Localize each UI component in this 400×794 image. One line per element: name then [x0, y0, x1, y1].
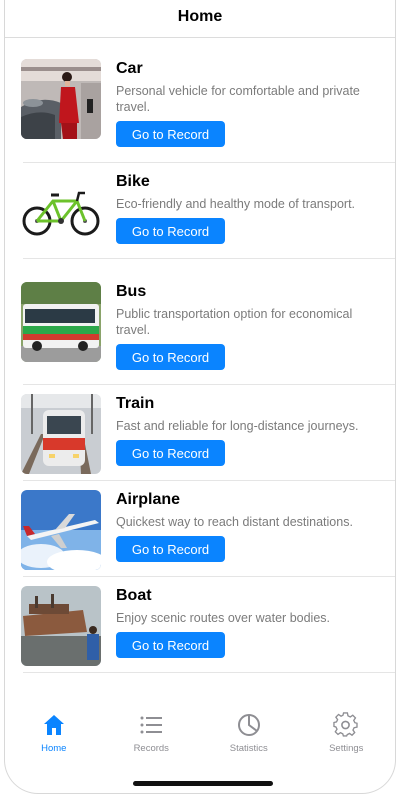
go-to-record-button-bike[interactable]: Go to Record	[116, 218, 225, 244]
list-item-boat: Boat Enjoy scenic routes over water bodi…	[5, 577, 395, 673]
tab-label: Records	[133, 743, 169, 754]
go-to-record-button-car[interactable]: Go to Record	[116, 121, 225, 147]
tab-label: Settings	[329, 743, 364, 754]
bike-thumbnail	[21, 171, 101, 251]
nav-header: Home	[5, 0, 395, 38]
boat-photo-image	[21, 586, 101, 666]
list-item-bus: Bus Public transportation option for eco…	[5, 259, 395, 385]
car-photo-image	[21, 59, 101, 139]
go-to-record-button-boat[interactable]: Go to Record	[116, 632, 225, 658]
home-indicator	[133, 781, 273, 786]
tab-statistics[interactable]: Statistics	[209, 712, 289, 754]
row-divider	[23, 672, 395, 673]
item-title: Car	[116, 60, 143, 77]
item-description: Eco-friendly and healthy mode of transpo…	[116, 197, 356, 211]
airplane-thumbnail	[21, 490, 101, 570]
bus-photo-image	[21, 282, 101, 362]
tab-bar: Home Records Statistics Settings	[5, 712, 395, 772]
item-title: Boat	[116, 587, 152, 604]
item-title: Bike	[116, 173, 150, 190]
item-description: Fast and reliable for long-distance jour…	[116, 419, 359, 433]
list-item-train: Train Fast and reliable for long-distanc…	[5, 385, 395, 481]
list-item-bike: Bike Eco-friendly and healthy mode of tr…	[5, 163, 395, 259]
list-icon	[140, 716, 163, 734]
train-photo-image	[21, 394, 101, 474]
tab-label: Home	[41, 743, 67, 754]
go-to-record-button-airplane[interactable]: Go to Record	[116, 536, 225, 562]
page-title: Home	[177, 7, 223, 25]
tab-records[interactable]: Records	[111, 712, 191, 754]
train-thumbnail	[21, 394, 101, 474]
tab-home[interactable]: Home	[14, 712, 94, 754]
item-description: Personal vehicle for comfortable and pri…	[116, 84, 360, 114]
item-description: Public transportation option for economi…	[116, 307, 353, 337]
item-description: Quickest way to reach distant destinatio…	[116, 515, 353, 529]
go-to-record-button-bus[interactable]: Go to Record	[116, 344, 225, 370]
item-description: Enjoy scenic routes over water bodies.	[116, 611, 330, 625]
boat-thumbnail	[21, 586, 101, 666]
tab-settings[interactable]: Settings	[306, 712, 386, 754]
go-to-record-button-train[interactable]: Go to Record	[116, 440, 225, 466]
gear-icon	[333, 712, 358, 737]
tab-label: Statistics	[229, 743, 268, 754]
pie-chart-icon	[237, 714, 260, 736]
bus-thumbnail	[21, 282, 101, 362]
bike-photo-image	[21, 171, 101, 251]
item-title: Bus	[116, 283, 147, 300]
house-icon	[43, 715, 64, 735]
airplane-photo-image	[21, 490, 101, 570]
list-item-airplane: Airplane Quickest way to reach distant d…	[5, 481, 395, 577]
item-title: Train	[116, 395, 155, 412]
list-item-car: Car Personal vehicle for comfortable and…	[5, 38, 395, 163]
item-title: Airplane	[116, 491, 181, 508]
app-screen: Home Car Personal vehicle for comfortabl…	[4, 0, 396, 794]
car-thumbnail	[21, 59, 101, 139]
